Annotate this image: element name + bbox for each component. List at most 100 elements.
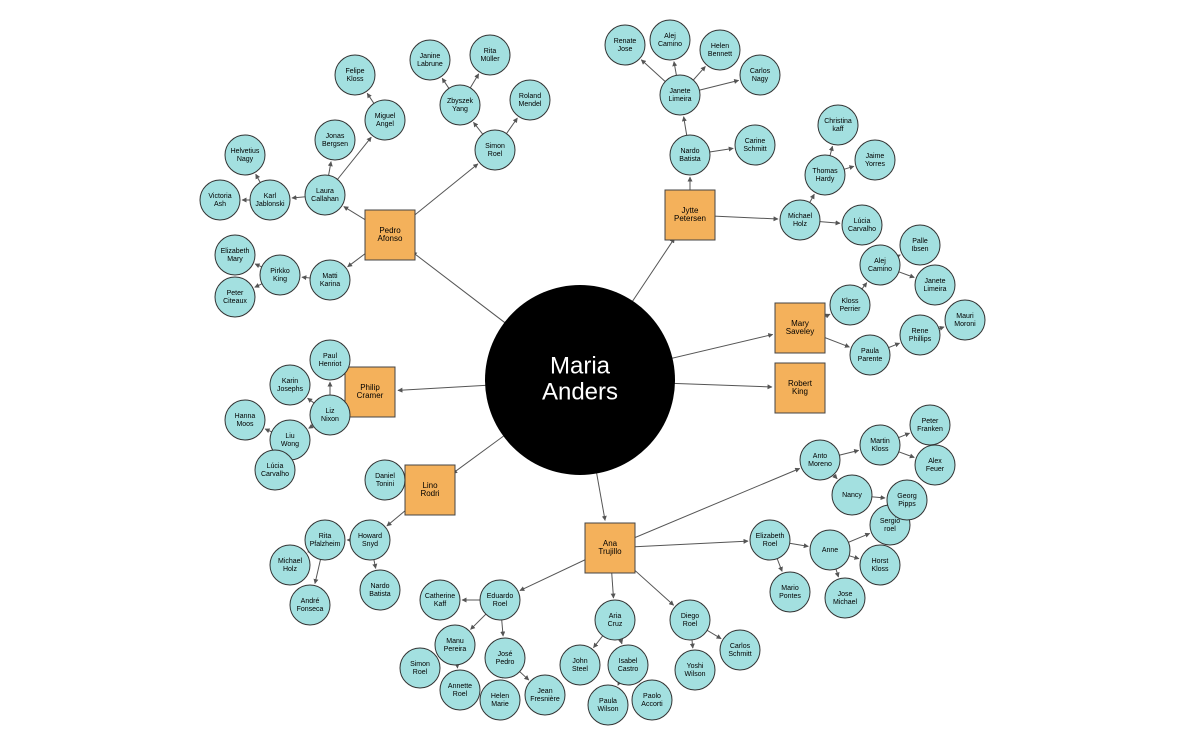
circle-node-karin[interactable]: KarinJosephs [270,365,310,405]
circle-node-josem[interactable]: JoseMichael [825,578,865,618]
circle-node-michaelh[interactable]: MichaelHolz [780,200,820,240]
circle-node-manu[interactable]: ManuPereira [435,625,475,665]
circle-node-christina[interactable]: Christinakaff [818,105,858,145]
circle-node-renate[interactable]: RenateJose [605,25,645,65]
circle-node-janine[interactable]: JanineLabrune [410,40,450,80]
circle-node-michaelh2[interactable]: MichaelHolz [270,545,310,585]
circle-node-rita[interactable]: RitaMüller [470,35,510,75]
svg-text:José: José [498,651,513,658]
svg-text:Carvalho: Carvalho [848,226,876,233]
circle-node-anne[interactable]: Anne [810,530,850,570]
circle-node-carlosn[interactable]: CarlosNagy [740,55,780,95]
circle-node-felipe[interactable]: FelipeKloss [335,55,375,95]
circle-node-nardo2[interactable]: NardoBatista [360,570,400,610]
svg-text:Hanna: Hanna [235,413,256,420]
circle-node-karl[interactable]: KarlJablonski [250,180,290,220]
circle-node-annette[interactable]: AnnetteRoel [440,670,480,710]
circle-node-roland[interactable]: RolandMendel [510,80,550,120]
circle-node-alexf[interactable]: AlexFeuer [915,445,955,485]
circle-node-rene[interactable]: RenePhillips [900,315,940,355]
circle-node-diego[interactable]: DiegoRoel [670,600,710,640]
circle-node-peterc[interactable]: PeterCiteaux [215,277,255,317]
square-node-ana[interactable]: AnaTrujillo [585,523,635,573]
circle-node-horst[interactable]: HorstKloss [860,545,900,585]
circle-node-carine[interactable]: CarineSchmitt [735,125,775,165]
circle-node-janete2[interactable]: JaneteLimeira [915,265,955,305]
circle-node-thomas[interactable]: ThomasHardy [805,155,845,195]
svg-text:Wilson: Wilson [684,671,705,678]
circle-node-victoria[interactable]: VictoriaAsh [200,180,240,220]
circle-node-laura[interactable]: LauraCallahan [305,175,345,215]
circle-node-carloss[interactable]: CarlosSchmitt [720,630,760,670]
circle-node-mauri[interactable]: MauriMoroni [945,300,985,340]
circle-node-nardo[interactable]: NardoBatista [670,135,710,175]
circle-node-pirkko[interactable]: PirkkoKing [260,255,300,295]
circle-node-yoshi[interactable]: YoshiWilson [675,650,715,690]
circle-node-hanna[interactable]: HannaMoos [225,400,265,440]
svg-text:Helvetius: Helvetius [231,148,260,155]
svg-text:Roel: Roel [453,691,468,698]
circle-node-elizr[interactable]: ElizabethRoel [750,520,790,560]
circle-node-peterf[interactable]: PeterFranken [910,405,950,445]
svg-text:Petersen: Petersen [674,214,706,223]
square-node-philip[interactable]: PhilipCramer [345,367,395,417]
square-node-robert[interactable]: RobertKing [775,363,825,413]
circle-node-paolo[interactable]: PaoloAccorti [632,680,672,720]
svg-text:Rita: Rita [319,533,332,540]
svg-text:Pfalzheim: Pfalzheim [310,541,341,548]
svg-text:Pontes: Pontes [779,593,801,600]
circle-node-aria[interactable]: AriaCruz [595,600,635,640]
svg-text:Marie: Marie [491,701,509,708]
circle-node-daniel[interactable]: DanielTonini [365,460,405,500]
circle-node-helenb[interactable]: HelenBennett [700,30,740,70]
circle-node-howard[interactable]: HowardSnyd [350,520,390,560]
circle-node-mariop[interactable]: MarioPontes [770,572,810,612]
center-node[interactable]: MariaAnders [485,285,675,475]
circle-node-paula2[interactable]: PaulaWilson [588,685,628,725]
circle-node-palle[interactable]: PalleIbsen [900,225,940,265]
svg-text:Roel: Roel [413,669,428,676]
circle-node-paula1[interactable]: PaulaParente [850,335,890,375]
square-node-pedro[interactable]: PedroAfonso [365,210,415,260]
circle-node-liz[interactable]: LizNixon [310,395,350,435]
square-node-jytte[interactable]: JyttePetersen [665,190,715,240]
circle-node-jonas[interactable]: JonasBergsen [315,120,355,160]
circle-node-miguel[interactable]: MiguelAngel [365,100,405,140]
circle-node-eduardo[interactable]: EduardoRoel [480,580,520,620]
circle-node-helenm[interactable]: HelenMarie [480,680,520,720]
circle-node-andre[interactable]: AndréFonseca [290,585,330,625]
circle-node-alej2[interactable]: AlejCamino [860,245,900,285]
circle-node-simon2[interactable]: SimonRoel [400,648,440,688]
circle-node-georg[interactable]: GeorgPipps [887,480,927,520]
circle-node-josep[interactable]: JoséPedro [485,638,525,678]
svg-text:Felipe: Felipe [345,68,364,75]
square-node-mary[interactable]: MarySaveley [775,303,825,353]
circle-node-elizmary[interactable]: ElizabethMary [215,235,255,275]
circle-node-ritap[interactable]: RitaPfalzheim [305,520,345,560]
circle-node-matti[interactable]: MattiKarina [310,260,350,300]
circle-node-nancy[interactable]: Nancy [832,475,872,515]
circle-node-johns[interactable]: JohnSteel [560,645,600,685]
circle-node-catherine[interactable]: CatherineKaff [420,580,460,620]
circle-node-anto[interactable]: AntoMoreno [800,440,840,480]
circle-node-janete[interactable]: JaneteLimeira [660,75,700,115]
circle-node-simon[interactable]: SimonRoel [475,130,515,170]
circle-node-klossp[interactable]: KlossPerrier [830,285,870,325]
circle-node-paulh[interactable]: PaulHenriot [310,340,350,380]
circle-node-jean[interactable]: JeanFresnière [525,675,565,715]
svg-text:Kloss: Kloss [346,76,364,83]
circle-node-helvetius[interactable]: HelvetiusNagy [225,135,265,175]
circle-node-zbyszek[interactable]: ZbyszekYang [440,85,480,125]
svg-text:Zbyszek: Zbyszek [447,98,474,105]
circle-node-isabel[interactable]: IsabelCastro [608,645,648,685]
network-graph[interactable]: MariaAnders PedroAfonso JyttePetersen MaryS… [0,0,1200,740]
circle-node-lucia2[interactable]: LúciaCarvalho [255,450,295,490]
svg-text:Yorres: Yorres [865,161,885,168]
svg-text:Kloss: Kloss [871,566,889,573]
circle-node-jaime[interactable]: JaimeYorres [855,140,895,180]
circle-node-martin[interactable]: MartinKloss [860,425,900,465]
square-node-lino[interactable]: LinoRodri [405,465,455,515]
circle-node-lucia1[interactable]: LúciaCarvalho [842,205,882,245]
circle-node-alej1[interactable]: AlejCamino [650,20,690,60]
svg-text:Wilson: Wilson [597,706,618,713]
